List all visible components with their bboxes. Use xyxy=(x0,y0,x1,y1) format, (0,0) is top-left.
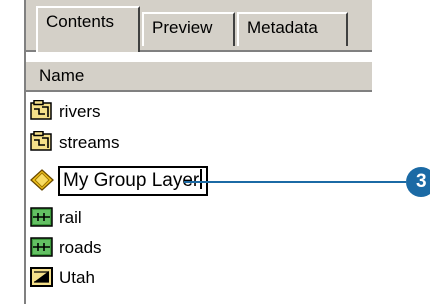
column-header-name[interactable]: Name xyxy=(26,60,372,92)
list-item[interactable]: Utah xyxy=(30,264,370,292)
tab-strip: Contents Preview Metadata xyxy=(26,0,372,52)
list-item[interactable]: rail xyxy=(30,204,370,232)
list-item-label: Utah xyxy=(59,268,95,287)
list-item-label: streams xyxy=(59,133,120,152)
text-caret xyxy=(200,169,203,189)
tab-metadata[interactable]: Metadata xyxy=(237,12,348,46)
catalog-panel: Contents Preview Metadata Name rivers st… xyxy=(24,0,372,304)
line-layer-icon xyxy=(30,207,53,227)
callout-line xyxy=(184,181,406,183)
list-item-label: rail xyxy=(59,208,82,227)
tab-preview[interactable]: Preview xyxy=(142,12,235,46)
callout-badge: 3 xyxy=(406,167,430,197)
list-item[interactable]: streams xyxy=(30,129,370,157)
tab-contents[interactable]: Contents xyxy=(36,6,140,52)
polygon-layer-icon xyxy=(30,267,53,287)
list-item[interactable]: rivers xyxy=(30,98,370,126)
group-layer-icon xyxy=(30,169,54,191)
list-item-label: rivers xyxy=(59,102,101,121)
map-layer-icon xyxy=(30,131,52,151)
map-layer-icon xyxy=(30,100,52,120)
list-item[interactable]: roads xyxy=(30,234,370,262)
list-item-label: roads xyxy=(59,238,102,257)
line-layer-icon xyxy=(30,237,53,257)
layer-name-input-text: My Group Layer xyxy=(63,170,200,191)
